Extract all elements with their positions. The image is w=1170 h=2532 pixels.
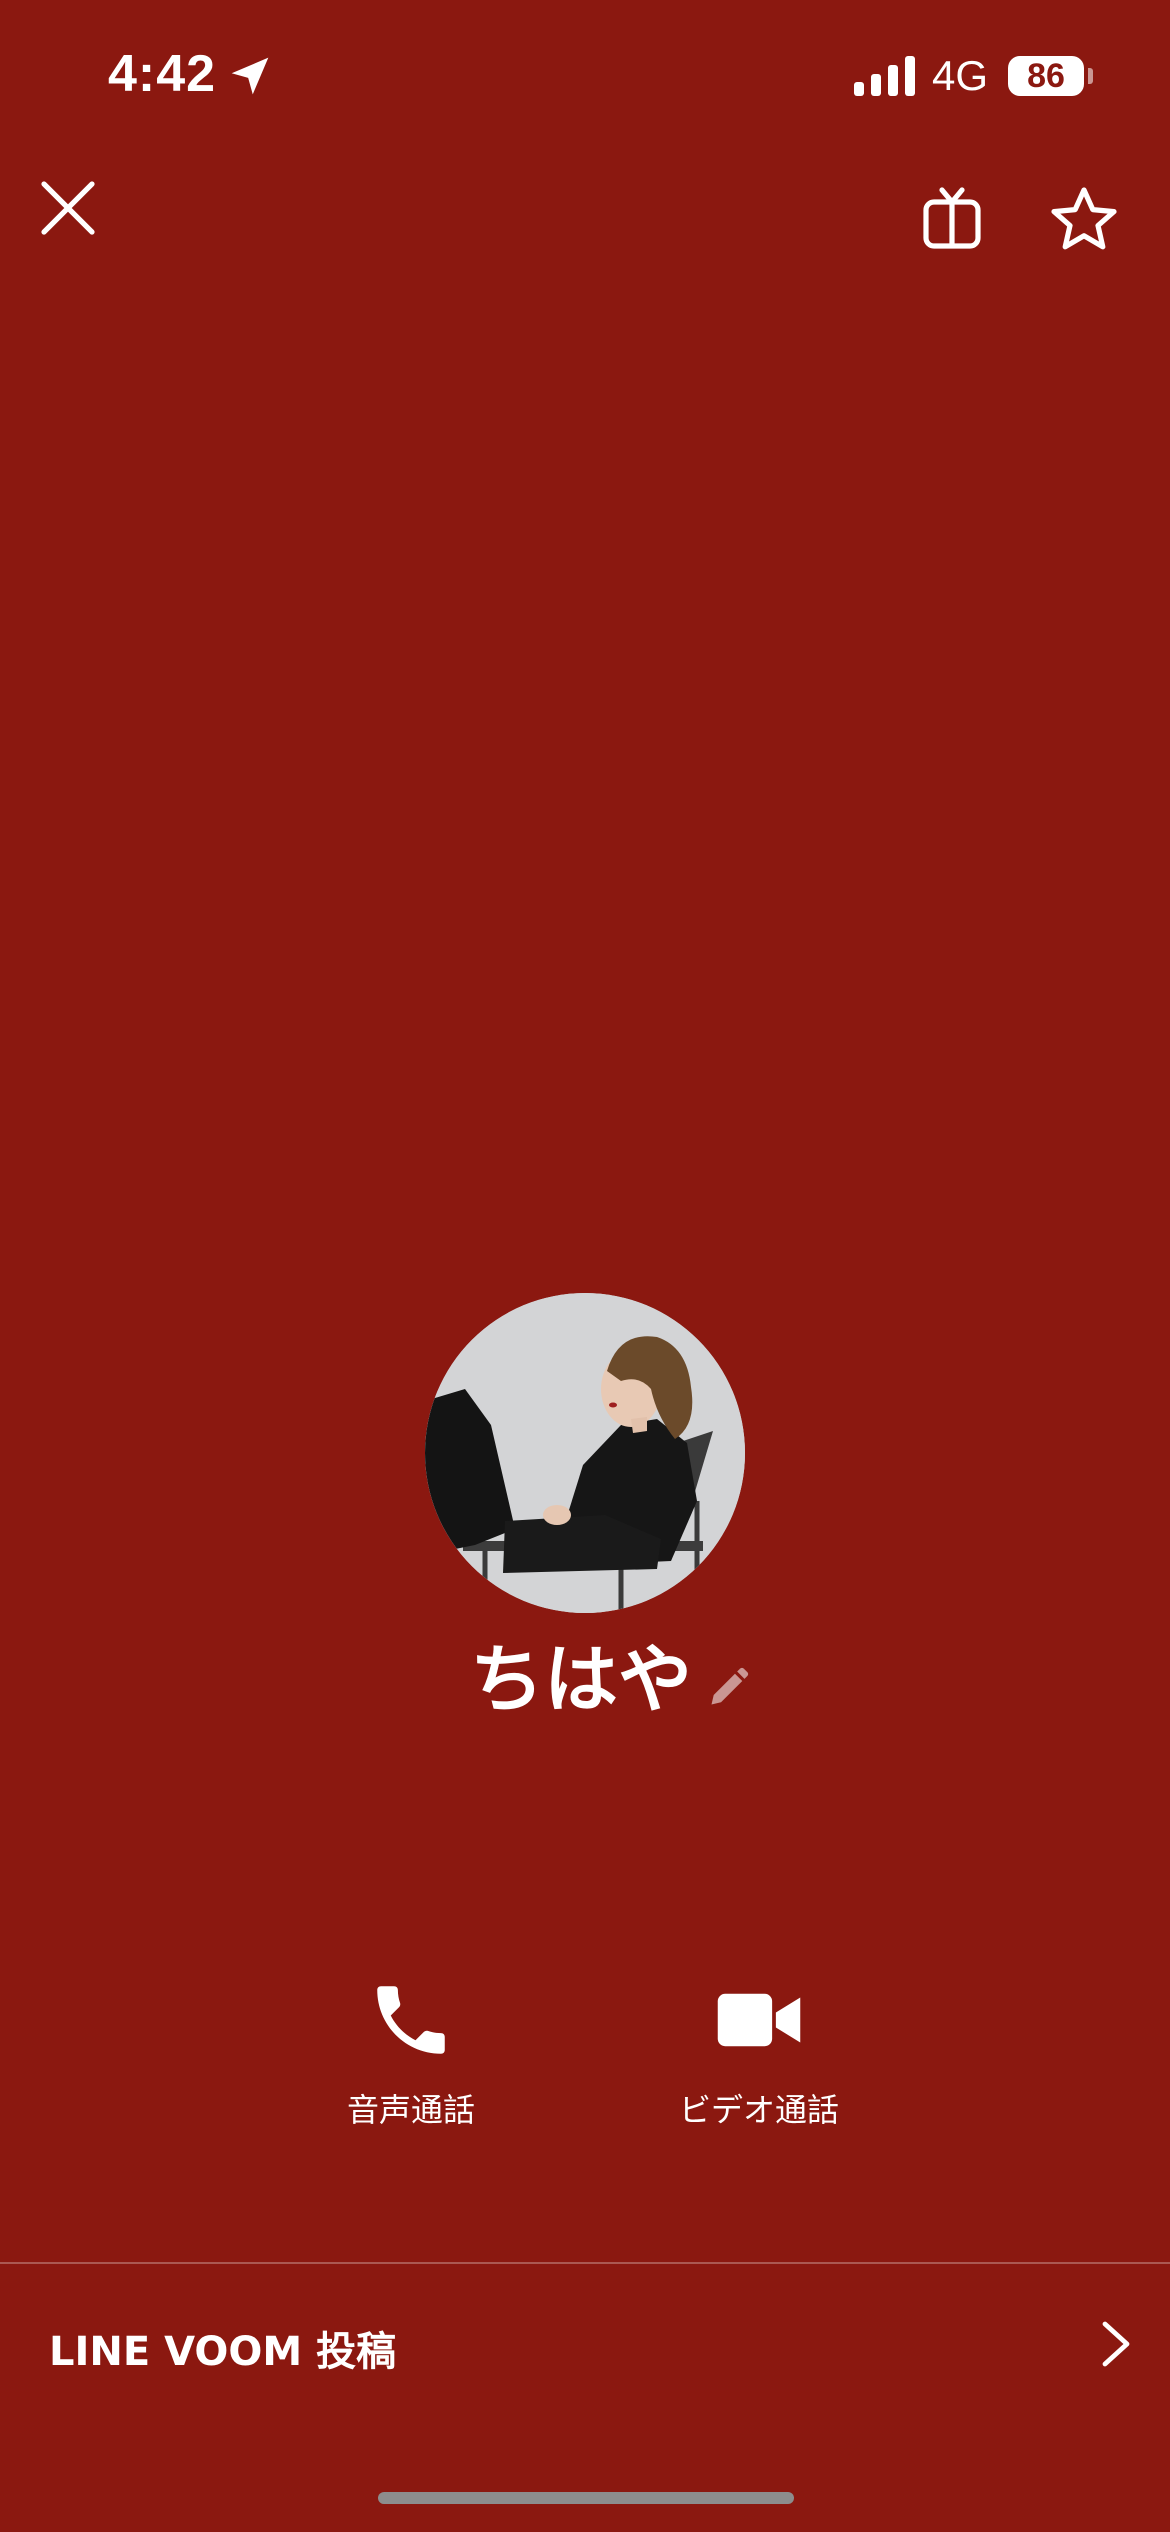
video-camera-icon [717, 1993, 801, 2047]
status-time: 4:42 [108, 45, 217, 103]
close-icon[interactable] [40, 180, 96, 236]
voice-call-button[interactable]: 音声通話 [281, 1975, 541, 2145]
video-call-label: ビデオ通話 [678, 2091, 839, 2129]
pencil-icon[interactable] [706, 1666, 750, 1710]
video-call-button[interactable]: ビデオ通話 [629, 1975, 889, 2145]
battery-tip [1088, 68, 1093, 84]
phone-icon [377, 1986, 445, 2054]
battery-level: 86 [1027, 57, 1065, 95]
chevron-right-icon [1102, 2321, 1130, 2367]
avatar-photo [425, 1293, 745, 1613]
avatar[interactable] [425, 1293, 745, 1613]
cellular-signal-icon [854, 56, 915, 96]
star-icon[interactable] [1050, 186, 1118, 252]
location-arrow-icon [231, 57, 269, 95]
gift-icon[interactable] [920, 186, 984, 250]
voice-call-label: 音声通話 [346, 2091, 475, 2129]
home-indicator[interactable] [378, 2492, 794, 2504]
profile-name: ちはや [470, 1637, 692, 1723]
line-voom-posts-row[interactable]: LINE VOOM 投稿 [0, 2264, 1170, 2424]
profile-name-row: ちはや [0, 1630, 1170, 1730]
battery-indicator: 86 [1008, 56, 1084, 96]
line-voom-label: LINE VOOM 投稿 [49, 2329, 397, 2375]
network-type: 4G [932, 52, 989, 99]
